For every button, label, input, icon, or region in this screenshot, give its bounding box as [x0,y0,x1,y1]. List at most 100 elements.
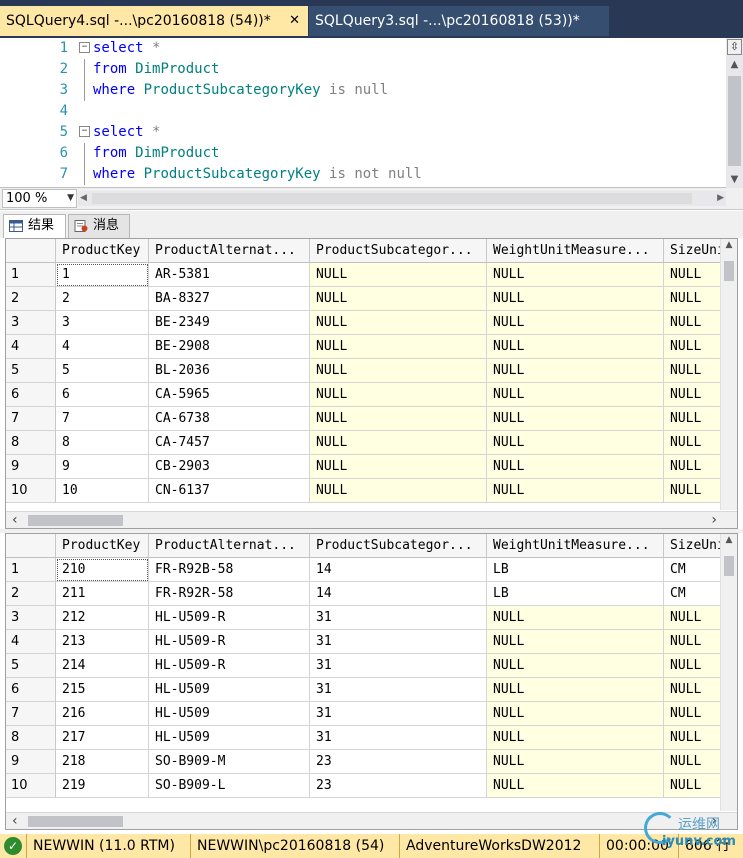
table-cell[interactable]: NULL [487,311,664,335]
scroll-right-icon[interactable]: › [711,813,717,829]
table-cell[interactable]: NULL [487,630,664,654]
table-cell[interactable]: HL-U509-R [149,654,310,678]
table-cell[interactable]: NULL [487,606,664,630]
scroll-up-icon[interactable]: ▲ [727,57,742,72]
grid-vertical-scrollbar[interactable]: ▲ [720,534,737,811]
table-cell[interactable]: HL-U509 [149,726,310,750]
grid-horizontal-scrollbar[interactable]: ‹ › [6,812,737,829]
grid-hscroll-thumb[interactable] [28,816,123,827]
row-number[interactable]: 10 [6,774,56,798]
grid-hscroll-thumb[interactable] [28,515,123,526]
table-cell[interactable]: 219 [56,774,149,798]
code-line[interactable]: 3 where ProductSubcategoryKey is null [0,80,726,101]
row-number[interactable]: 8 [6,431,56,455]
query-editor[interactable]: 1− select * 2 from DimProduct 3 where Product… [0,38,743,188]
scroll-right-icon[interactable]: › [711,512,717,528]
table-cell[interactable]: 4 [56,335,149,359]
table-cell[interactable]: 8 [56,431,149,455]
table-cell[interactable]: 211 [56,582,149,606]
table-cell[interactable]: LB [487,582,664,606]
table-cell[interactable]: CA-7457 [149,431,310,455]
scroll-left-icon[interactable]: ◀ [80,191,87,206]
result-grid-1[interactable]: ProductKey ProductAlternat... ProductSubca… [5,238,738,529]
table-cell[interactable]: 31 [310,726,487,750]
table-cell[interactable]: AR-5381 [149,263,310,287]
table-cell[interactable]: FR-R92B-58 [149,558,310,582]
code-line[interactable]: 4 [0,101,726,122]
code-lines[interactable]: 1− select * 2 from DimProduct 3 where Product… [0,38,726,188]
table-cell[interactable]: NULL [487,479,664,503]
tab-results[interactable]: 结果 [3,214,66,238]
scroll-up-icon[interactable]: ▲ [721,240,737,254]
table-cell[interactable]: SO-B909-L [149,774,310,798]
collapse-icon[interactable]: − [79,42,90,53]
table-cell[interactable]: NULL [487,726,664,750]
row-number[interactable]: 3 [6,311,56,335]
table-cell[interactable]: 31 [310,654,487,678]
editor-horizontal-scrollbar[interactable]: ◀ ▶ [78,191,726,206]
table-cell[interactable]: NULL [310,359,487,383]
column-header[interactable]: ProductAlternat... [149,534,310,558]
table-cell[interactable]: NULL [487,654,664,678]
code-line[interactable]: 6 from DimProduct [0,143,726,164]
table-cell[interactable]: HL-U509 [149,678,310,702]
table-cell[interactable]: 5 [56,359,149,383]
table-cell[interactable]: NULL [310,479,487,503]
table-cell[interactable]: SO-B909-M [149,750,310,774]
row-number[interactable]: 5 [6,359,56,383]
split-handle-icon[interactable]: ⇳ [727,39,742,55]
table-cell[interactable]: BE-2908 [149,335,310,359]
column-header[interactable]: ProductKey [56,534,149,558]
code-line[interactable]: 1− select * [0,38,726,59]
table-cell[interactable]: 214 [56,654,149,678]
row-number[interactable]: 4 [6,335,56,359]
table-cell[interactable]: 212 [56,606,149,630]
table-cell[interactable]: BE-2349 [149,311,310,335]
table-cell[interactable]: CB-2903 [149,455,310,479]
column-header[interactable]: WeightUnitMeasure... [487,534,664,558]
table-cell[interactable]: 14 [310,558,487,582]
table-cell[interactable]: NULL [310,431,487,455]
table-cell[interactable]: BA-8327 [149,287,310,311]
row-number[interactable]: 9 [6,750,56,774]
column-header[interactable]: ProductKey [56,239,149,263]
row-number[interactable]: 10 [6,479,56,503]
table-cell[interactable]: NULL [487,359,664,383]
table-cell[interactable]: 213 [56,630,149,654]
table-cell[interactable]: NULL [310,407,487,431]
scroll-down-icon[interactable]: ▼ [727,172,742,187]
row-number[interactable]: 7 [6,407,56,431]
row-number[interactable]: 2 [6,287,56,311]
grid-horizontal-scrollbar[interactable]: ‹ › [6,511,737,528]
column-header[interactable]: ProductSubcategor... [310,534,487,558]
tab-sqlquery3[interactable]: SQLQuery3.sql -...\pc20160818 (53))* [309,6,609,36]
row-number[interactable]: 5 [6,654,56,678]
table-cell[interactable]: NULL [310,263,487,287]
row-number[interactable]: 7 [6,702,56,726]
table-cell[interactable]: NULL [487,702,664,726]
row-number[interactable]: 4 [6,630,56,654]
row-number[interactable]: 1 [6,263,56,287]
table-cell[interactable]: CA-5965 [149,383,310,407]
table-cell[interactable]: 31 [310,678,487,702]
code-line[interactable]: 2 from DimProduct [0,59,726,80]
table-cell[interactable]: 2 [56,287,149,311]
close-tab-icon[interactable]: ✕ [289,6,300,36]
table-cell[interactable]: NULL [310,335,487,359]
row-number[interactable]: 3 [6,606,56,630]
table-cell[interactable]: NULL [487,431,664,455]
table-cell[interactable]: 7 [56,407,149,431]
row-number[interactable]: 6 [6,383,56,407]
row-number[interactable]: 1 [6,558,56,582]
tab-sqlquery4[interactable]: SQLQuery4.sql -...\pc20160818 (54))* ✕ [0,6,308,36]
row-number[interactable]: 8 [6,726,56,750]
table-cell[interactable]: 31 [310,630,487,654]
table-cell[interactable]: 9 [56,455,149,479]
table-cell[interactable]: 218 [56,750,149,774]
grid-corner[interactable] [6,534,56,558]
tab-messages[interactable]: 消息 [68,214,130,238]
table-cell[interactable]: NULL [487,335,664,359]
table-cell[interactable]: 217 [56,726,149,750]
table-cell[interactable]: CN-6137 [149,479,310,503]
table-cell[interactable]: 31 [310,606,487,630]
